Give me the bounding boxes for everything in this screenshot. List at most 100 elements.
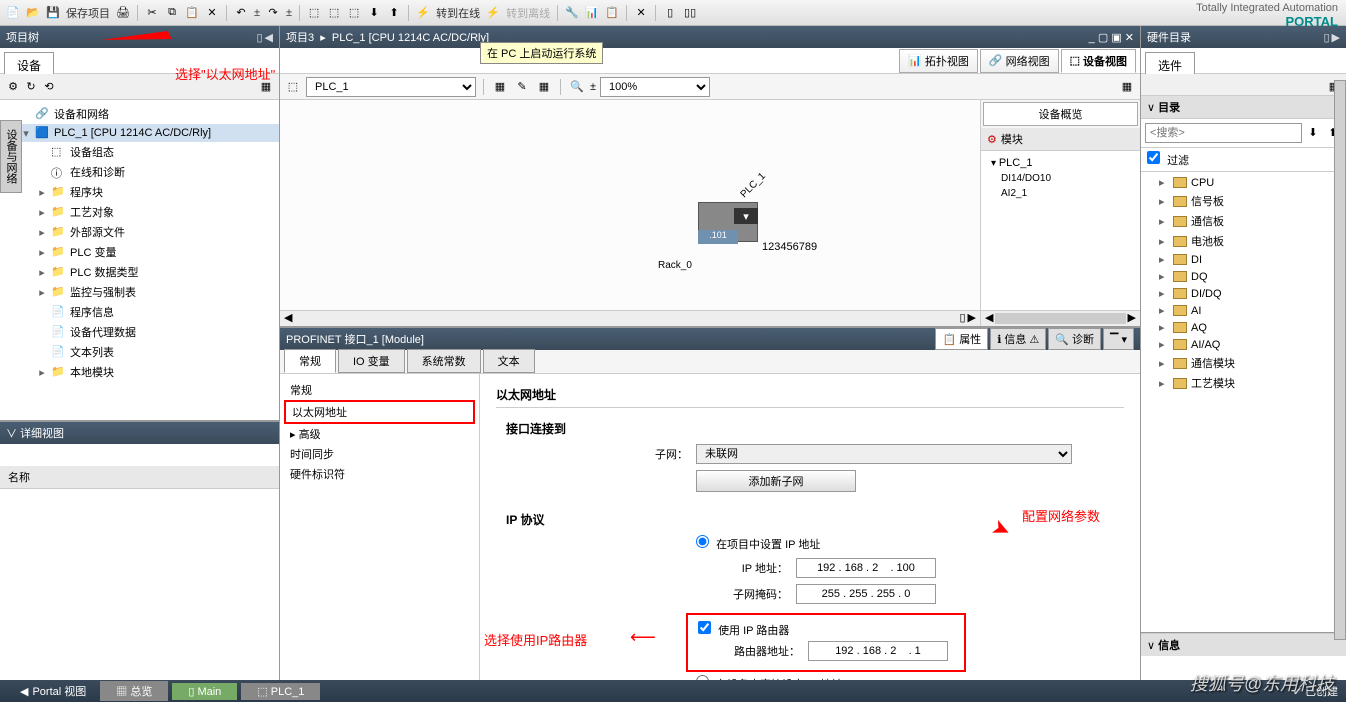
tool-icon[interactable]: ▦	[535, 78, 553, 96]
catalog-search-input[interactable]	[1145, 123, 1302, 143]
zoom-icon[interactable]: 🔍	[568, 78, 586, 96]
tool-icon[interactable]: ⬚	[325, 4, 343, 22]
router-address-input[interactable]	[808, 641, 948, 661]
split-icon[interactable]: ▯	[959, 311, 965, 326]
print-icon[interactable]: 🖨	[114, 4, 132, 22]
go-offline-icon[interactable]: ⚡	[484, 4, 502, 22]
pin-icon[interactable]: ▯	[1323, 31, 1329, 44]
subtab-general[interactable]: 常规	[284, 349, 336, 373]
tab-info[interactable]: ℹ 信息 ⚠	[990, 328, 1046, 350]
layout-icon[interactable]: ▯	[661, 4, 679, 22]
project-tree[interactable]: 🔗设备和网络 ▾🟦PLC_1 [CPU 1214C AC/DC/Rly] ⬚设备…	[0, 100, 279, 420]
search-down-icon[interactable]: ⬇	[1304, 123, 1322, 141]
detail-col-name: 名称	[0, 466, 279, 489]
nav-advanced[interactable]: ▸ 高级	[284, 424, 475, 444]
hw-catalog-title: 硬件目录	[1147, 29, 1191, 45]
checkbox-use-router[interactable]: 使用 IP 路由器	[698, 625, 789, 637]
close-icon[interactable]: ✕	[1125, 32, 1134, 44]
go-online-icon[interactable]: ⚡	[414, 4, 432, 22]
device-overview-panel: 设备概览 ⚙模块 ▾ PLC_1 DI14/DO10 AI2_1 ◀▶	[980, 100, 1140, 326]
nav-ethernet[interactable]: 以太网地址	[284, 400, 475, 424]
breadcrumb: 项目3 ▸ PLC_1 [CPU 1214C AC/DC/Rly] _ ▢ ▣ …	[280, 26, 1140, 48]
tool-icon[interactable]: ▦	[1118, 78, 1136, 96]
portal-view-button[interactable]: ◀ Portal 视图	[8, 683, 98, 699]
left-column: 项目树 ▯◀ 设备 ⚙↻⟲ ▦ 🔗设备和网络 ▾🟦PLC_1 [CPU 1214…	[0, 26, 280, 680]
device-select[interactable]: PLC_1	[306, 77, 476, 97]
tree-tool-icon[interactable]: ⚙	[4, 78, 22, 96]
zoom-select[interactable]: 100%	[600, 77, 710, 97]
subnet-select[interactable]: 未联网	[696, 444, 1072, 464]
tree-tool-icon[interactable]: ↻	[22, 78, 40, 96]
tab-diagnostics[interactable]: 🔍 诊断	[1048, 328, 1101, 350]
ip-address-input[interactable]	[796, 558, 936, 578]
nav-general[interactable]: 常规	[284, 380, 475, 400]
tool-icon[interactable]: ▦	[491, 78, 509, 96]
right-side-tabs[interactable]	[1334, 80, 1346, 640]
open-icon[interactable]: 📂	[24, 4, 42, 22]
tool-icon[interactable]: ⬚	[345, 4, 363, 22]
props-title-text: PROFINET 接口_1 [Module]	[286, 331, 424, 347]
tree-tool-icon[interactable]: ⟲	[40, 78, 58, 96]
collapse-icon[interactable]: ◀	[265, 31, 273, 44]
props-content: 以太网地址 接口连接到 子网： 未联网 添加新子网 IP 协议 配置网络参数 ➤…	[480, 374, 1140, 680]
save-project-button[interactable]: 保存项目	[64, 5, 112, 21]
nav-hwid[interactable]: 硬件标识符	[284, 464, 475, 484]
tool-icon[interactable]: ⬚	[305, 4, 323, 22]
save-icon[interactable]: 💾	[44, 4, 62, 22]
maximize-icon[interactable]: ▢	[1098, 32, 1108, 44]
tab-topology[interactable]: 📊 拓扑视图	[899, 49, 978, 73]
paste-icon[interactable]: 📋	[183, 4, 201, 22]
tool-icon[interactable]: 🔧	[563, 4, 581, 22]
subtab-sysconst[interactable]: 系统常数	[407, 349, 481, 373]
delete-icon[interactable]: ✕	[203, 4, 221, 22]
radio-set-in-project[interactable]: 在项目中设置 IP 地址	[696, 535, 820, 552]
minimize-icon[interactable]: _	[1089, 32, 1095, 44]
tool-icon[interactable]: 📊	[583, 4, 601, 22]
go-offline-button: 转到离线	[504, 5, 552, 21]
close-icon[interactable]: ✕	[632, 4, 650, 22]
copy-icon[interactable]: ⧉	[163, 4, 181, 22]
overview-tab[interactable]: 设备概览	[983, 102, 1138, 126]
catalog-list[interactable]: ▸CPU ▸信号板 ▸通信板 ▸电池板 ▸DI ▸DQ ▸DI/DQ ▸AI ▸…	[1141, 172, 1346, 632]
tab-device[interactable]: ⬚ 设备视图	[1061, 49, 1136, 73]
props-nav: 常规 以太网地址 ▸ 高级 时间同步 硬件标识符 选择"以太网地址"	[280, 374, 480, 680]
bottom-bar: ◀ Portal 视图 ▦ 总览 ▯ Main ⬚ PLC_1 ✔ 已创建	[0, 680, 1346, 702]
upload-icon[interactable]: ⬆	[385, 4, 403, 22]
go-online-button[interactable]: 转到在线	[434, 5, 482, 21]
cut-icon[interactable]: ✂	[143, 4, 161, 22]
center-column: 项目3 ▸ PLC_1 [CPU 1214C AC/DC/Rly] _ ▢ ▣ …	[280, 26, 1140, 680]
bottom-tab-overview[interactable]: ▦ 总览	[100, 681, 168, 701]
device-icon[interactable]: ⬚	[284, 78, 302, 96]
layout-icon[interactable]: ▯▯	[681, 4, 699, 22]
subtab-text[interactable]: 文本	[483, 349, 535, 373]
new-icon[interactable]: 📄	[4, 4, 22, 22]
annotation: 配置网络参数	[1022, 506, 1100, 525]
right-column: 硬件目录▯▶ 选件 ▦ ∨ 目录 ⬇ ⬆ 过滤 ▸CPU ▸信号板 ▸通信板 ▸…	[1140, 26, 1346, 680]
tab-network[interactable]: 🔗 网络视图	[980, 49, 1059, 73]
annotation: 选择使用IP路由器	[484, 630, 587, 649]
subnet-mask-input[interactable]	[796, 584, 936, 604]
brand-logo: Totally Integrated Automation PORTAL	[1196, 2, 1338, 29]
detail-view-title: ∨ 详细视图	[0, 422, 279, 444]
add-subnet-button[interactable]: 添加新子网	[696, 470, 856, 492]
pin-icon[interactable]: ▯	[256, 31, 262, 44]
main-toolbar: 📄 📂 💾 保存项目 🖨 ✂ ⧉ 📋 ✕ ↶ ± ↷ ± ⬚ ⬚ ⬚ ⬇ ⬆ ⚡…	[0, 0, 1346, 26]
collapse-icon[interactable]: ▶	[1332, 31, 1340, 44]
tooltip: 在 PC 上启动运行系统	[480, 42, 603, 64]
side-tab-devices[interactable]: 设备与网络	[0, 120, 22, 193]
restore-icon[interactable]: ▣	[1111, 32, 1121, 44]
download-icon[interactable]: ⬇	[365, 4, 383, 22]
filter-checkbox[interactable]: 过滤	[1147, 155, 1189, 167]
nav-timesync[interactable]: 时间同步	[284, 444, 475, 464]
redo-icon[interactable]: ↷	[264, 4, 282, 22]
bottom-tab-main[interactable]: ▯ Main	[172, 683, 237, 700]
subtab-iovar[interactable]: IO 变量	[338, 349, 405, 373]
tab-properties[interactable]: 📋 属性	[935, 328, 988, 350]
device-canvas[interactable]: PLC_1 Rack_0 ▾ .101 1 2 3 4 5 6 7 8 9	[280, 100, 980, 326]
undo-icon[interactable]: ↶	[232, 4, 250, 22]
properties-panel: PROFINET 接口_1 [Module] 📋 属性 ℹ 信息 ⚠ 🔍 诊断 …	[280, 326, 1140, 680]
tab-collapse[interactable]: ▔ ▾	[1103, 328, 1134, 350]
tool-icon[interactable]: ✎	[513, 78, 531, 96]
tool-icon[interactable]: 📋	[603, 4, 621, 22]
bottom-tab-plc[interactable]: ⬚ PLC_1	[241, 683, 320, 700]
